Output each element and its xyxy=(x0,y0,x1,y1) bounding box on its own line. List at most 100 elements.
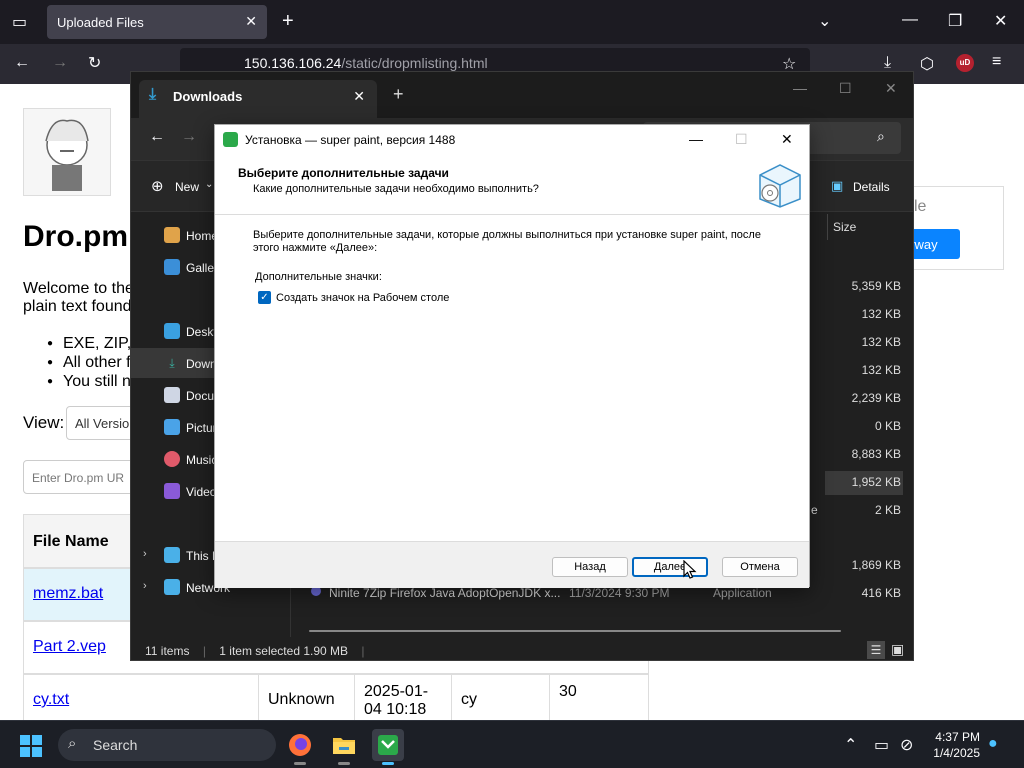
additional-icons-label: Дополнительные значки: xyxy=(255,271,382,283)
volume-mute-icon[interactable]: ⊘ xyxy=(900,735,913,755)
minimize-icon[interactable]: — xyxy=(793,80,807,96)
folder-icon xyxy=(333,738,355,754)
new-tab-button[interactable]: + xyxy=(282,10,294,33)
windows-logo-tile xyxy=(32,735,42,745)
bullet-list: EXE, ZIP, All other f You still n xyxy=(47,334,131,391)
explorer-tab-title: Downloads xyxy=(173,89,243,104)
desktop-shortcut-checkbox[interactable]: ✓ xyxy=(258,291,271,304)
file-link[interactable]: cy.txt xyxy=(33,691,69,708)
file-link[interactable]: Part 2.vep xyxy=(33,638,106,655)
menu-icon[interactable]: ≡ xyxy=(992,53,1001,71)
wizard-description: Выберите дополнительные задачи, которые … xyxy=(253,229,761,254)
file-type-partial: e xyxy=(811,503,818,517)
file-link[interactable]: memz.bat xyxy=(33,585,103,602)
network-icon[interactable]: ▭ xyxy=(874,735,889,755)
installer-app-icon xyxy=(223,132,238,147)
chevron-right-icon[interactable]: › xyxy=(143,548,147,560)
close-icon[interactable]: ✕ xyxy=(781,131,793,148)
details-view-icon[interactable]: ☰ xyxy=(867,641,885,659)
chevron-down-icon[interactable]: ⌄ xyxy=(205,179,213,190)
notification-bell-icon[interactable]: ● xyxy=(988,735,998,753)
maximize-icon[interactable]: ☐ xyxy=(839,80,852,97)
taskbar-clock[interactable]: 4:37 PM 1/4/2025 xyxy=(928,729,980,761)
tiles-view-icon[interactable]: ▣ xyxy=(891,641,904,658)
setup-box-icon xyxy=(756,159,802,209)
file-size: 2 KB xyxy=(874,503,901,517)
ublock-icon[interactable]: uD xyxy=(956,54,974,72)
close-window-icon[interactable]: ✕ xyxy=(994,11,1007,31)
file-row-name[interactable]: Ninite 7Zip Firefox Java AdoptOpenJDK x.… xyxy=(329,586,560,600)
chevron-right-icon[interactable]: › xyxy=(143,580,147,592)
tab-close-icon[interactable]: ✕ xyxy=(245,13,257,30)
desktop-icon xyxy=(164,323,180,339)
desktop-shortcut-label[interactable]: Создать значок на Рабочем столе xyxy=(276,292,449,304)
minimize-icon[interactable]: — xyxy=(902,11,918,29)
details-button[interactable]: Details xyxy=(853,180,890,194)
sidebar-item-label: Down xyxy=(186,357,217,371)
running-indicator xyxy=(338,762,350,765)
file-size: 5,359 KB xyxy=(851,279,901,293)
music-icon xyxy=(164,451,180,467)
browser-tab[interactable]: Uploaded Files ✕ xyxy=(47,5,267,39)
documents-icon xyxy=(164,387,180,403)
taskbar-file-explorer[interactable] xyxy=(328,729,360,765)
status-selection: 1 item selected 1.90 MB xyxy=(219,644,349,658)
new-icon[interactable]: ⊕ xyxy=(151,177,164,195)
column-header-size[interactable]: Size xyxy=(833,220,856,234)
this-pc-icon xyxy=(164,547,180,563)
extensions-icon[interactable]: ⬡ xyxy=(920,54,934,74)
chevron-up-icon[interactable]: ⌃ xyxy=(844,735,857,755)
videos-icon xyxy=(164,483,180,499)
start-button[interactable] xyxy=(20,735,42,757)
status-divider: | xyxy=(202,644,206,658)
reload-icon[interactable]: ↻ xyxy=(88,53,101,73)
close-icon[interactable]: ✕ xyxy=(353,88,365,105)
details-pane-icon[interactable]: ▣ xyxy=(831,178,843,194)
type-cell: Unknown xyxy=(258,675,344,720)
explorer-title-bar: ⤓ Downloads ✕ + — ☐ ✕ xyxy=(131,72,913,118)
taskbar-search[interactable]: ⌕ Search xyxy=(58,729,276,761)
windows-logo-tile xyxy=(20,735,30,745)
running-indicator xyxy=(382,762,394,765)
bullet-item: You still n xyxy=(47,372,131,391)
list-all-tabs-icon[interactable]: ⌄ xyxy=(818,11,831,31)
site-title: Dro.pm xyxy=(23,220,128,253)
forward-icon[interactable]: → xyxy=(52,54,68,72)
tab-list-icon[interactable]: ▭ xyxy=(12,12,27,32)
downloads-icon[interactable]: ⤓ xyxy=(884,54,891,72)
restore-icon[interactable]: ❐ xyxy=(948,11,962,31)
cancel-button[interactable]: Отмена xyxy=(722,557,798,577)
file-size: 0 KB xyxy=(874,419,901,433)
back-icon[interactable]: ← xyxy=(149,128,165,146)
wizard-page-subheading: Какие дополнительные задачи необходимо в… xyxy=(253,183,539,195)
file-size: 132 KB xyxy=(861,335,901,349)
maximize-icon[interactable]: ☐ xyxy=(735,131,748,148)
close-icon[interactable]: ✕ xyxy=(885,80,897,97)
installer-dialog: Установка — super paint, версия 1488 — ☐… xyxy=(214,124,810,588)
taskbar: ⌕ Search ⌃ ▭ ⊘ 4:37 PM 1/4/2025 ● xyxy=(0,720,1024,768)
intro-line: Welcome to the xyxy=(23,280,134,297)
windows-logo-tile xyxy=(32,747,42,757)
back-icon[interactable]: ← xyxy=(14,54,30,72)
sidebar-item-label: Music xyxy=(186,453,218,467)
file-size: 416 KB xyxy=(861,586,901,600)
new-button[interactable]: New xyxy=(175,180,199,194)
back-button[interactable]: Назад xyxy=(552,557,628,577)
file-size: 2,239 KB xyxy=(851,391,901,405)
pictures-icon xyxy=(164,419,180,435)
intro-line: plain text found xyxy=(23,298,132,315)
bullet-item: All other f xyxy=(47,353,131,372)
new-tab-icon[interactable]: + xyxy=(393,84,404,105)
intro-text: Welcome to the plain text found xyxy=(23,280,134,316)
file-cell: Part 2.vep xyxy=(24,622,115,673)
minimize-icon[interactable]: — xyxy=(689,131,703,147)
horizontal-scrollbar[interactable] xyxy=(309,630,841,632)
clock-time: 4:37 PM xyxy=(935,730,980,744)
taskbar-installer[interactable] xyxy=(372,729,404,765)
column-divider xyxy=(827,214,828,240)
explorer-tab[interactable]: ⤓ Downloads ✕ xyxy=(139,80,377,118)
avatar xyxy=(23,108,111,196)
wizard-page-heading: Выберите дополнительные задачи xyxy=(238,166,449,180)
forward-icon[interactable]: → xyxy=(181,128,197,146)
taskbar-firefox[interactable] xyxy=(284,729,316,765)
